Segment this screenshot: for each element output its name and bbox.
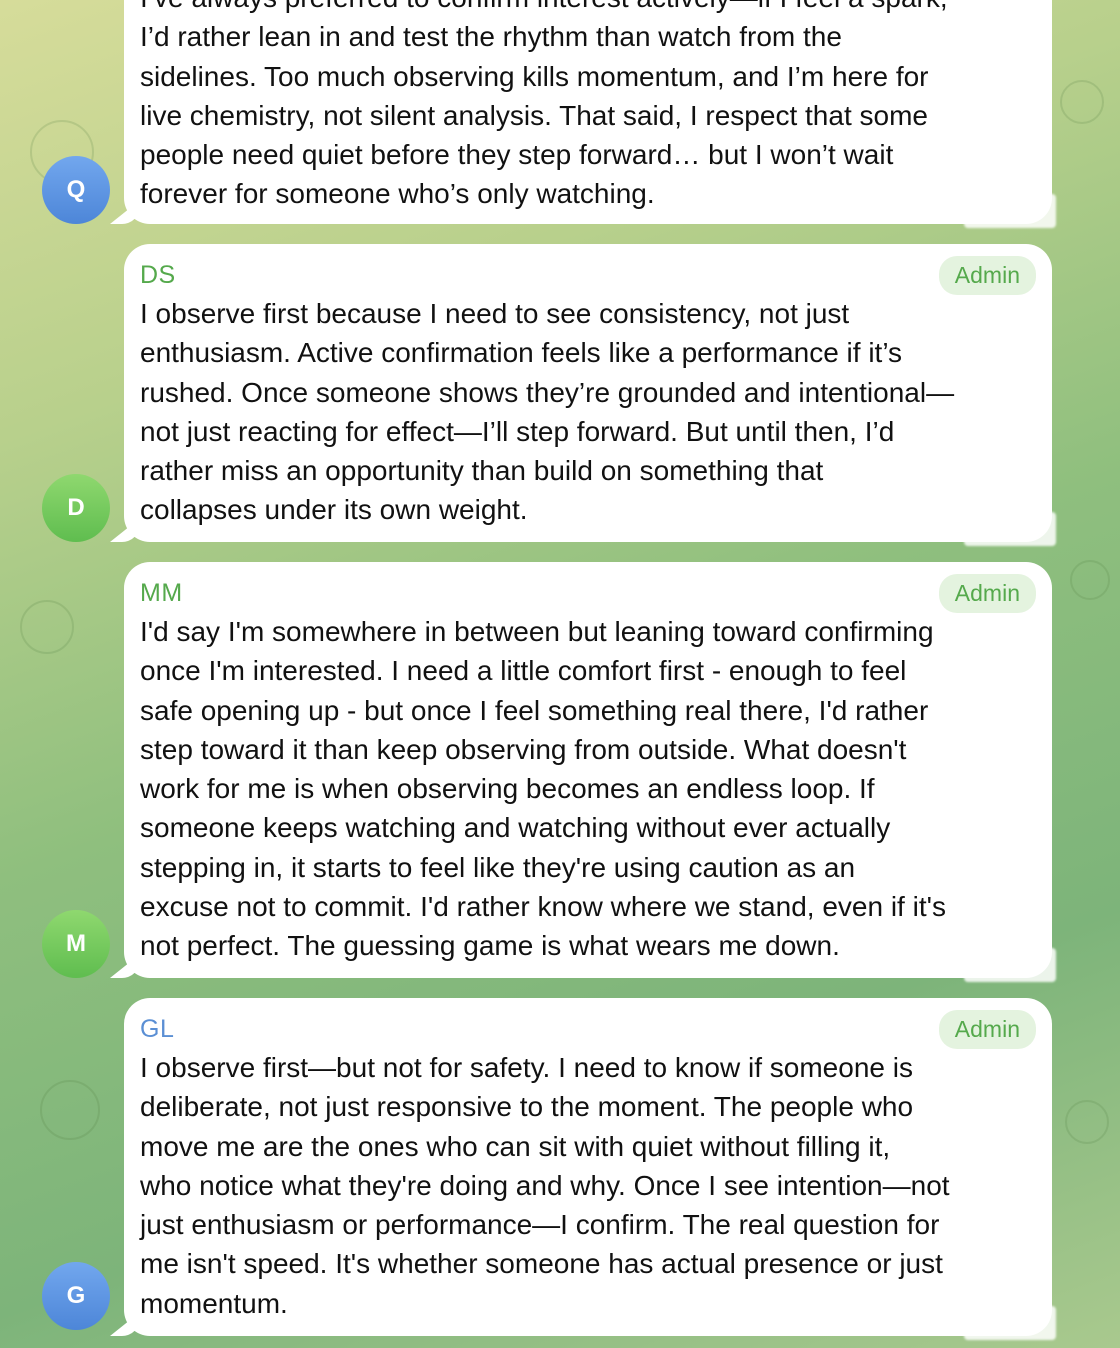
message-text: I observe first—but not for safety. I ne… [140, 1052, 950, 1319]
avatar-letter: M [66, 930, 86, 957]
admin-badge: Admin [938, 573, 1036, 613]
sender-name[interactable]: MM [140, 579, 183, 608]
avatar[interactable]: G [42, 1262, 110, 1330]
avatar[interactable]: Q [42, 156, 110, 224]
message-header: MM Admin [140, 573, 1036, 613]
avatar-letter: G [66, 1282, 86, 1309]
message-header: GL Admin [140, 1009, 1036, 1049]
message-timestamp [964, 948, 1056, 982]
message-header: DS Admin [140, 255, 1036, 295]
avatar[interactable]: M [42, 910, 110, 978]
sender-name[interactable]: DS [140, 261, 176, 290]
message-bubble[interactable]: I’ve always preferred to confirm interes… [124, 0, 1056, 228]
admin-badge: Admin [938, 255, 1036, 295]
message-timestamp [964, 194, 1056, 228]
admin-badge: Admin [938, 1009, 1036, 1049]
message-bubble[interactable]: GL Admin I observe first—but not for saf… [124, 998, 1056, 1340]
message-text: I’ve always preferred to confirm interes… [140, 0, 948, 210]
avatar[interactable]: D [42, 474, 110, 542]
message-text: I'd say I'm somewhere in between but lea… [140, 616, 946, 962]
message-bubble[interactable]: MM Admin I'd say I'm somewhere in betwee… [124, 562, 1056, 982]
message-timestamp [964, 1306, 1056, 1340]
avatar-letter: D [67, 494, 85, 521]
message-bubble[interactable]: DS Admin I observe first because I need … [124, 244, 1056, 546]
avatar-letter: Q [66, 176, 86, 203]
sender-name[interactable]: GL [140, 1015, 174, 1044]
message-text: I observe first because I need to see co… [140, 298, 955, 526]
message-timestamp [964, 512, 1056, 546]
